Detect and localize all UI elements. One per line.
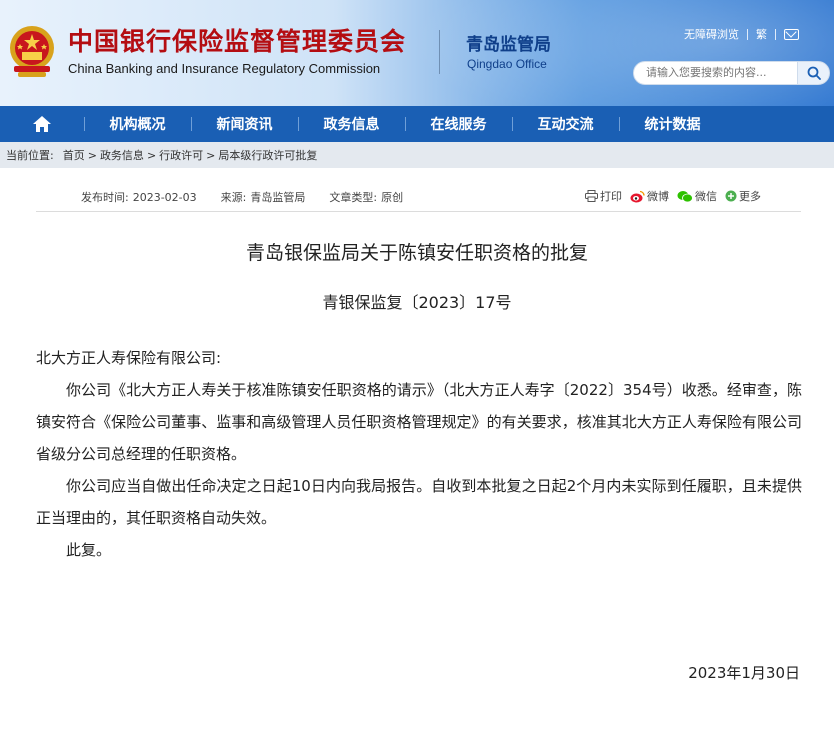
nav-item-interaction[interactable]: 互动交流 xyxy=(512,106,619,142)
main-nav: 机构概况 新闻资讯 政务信息 在线服务 互动交流 统计数据 xyxy=(0,106,834,142)
breadcrumb-prefix: 当前位置: xyxy=(6,149,54,162)
breadcrumb-item-home[interactable]: 首页 xyxy=(63,147,85,163)
publish-date-label: 发布时间: xyxy=(81,191,129,204)
article-type: 文章类型: 原创 xyxy=(329,189,403,205)
article-type-label: 文章类型: xyxy=(329,191,378,204)
nav-item-news[interactable]: 新闻资讯 xyxy=(191,106,298,142)
printer-icon xyxy=(585,190,598,202)
weibo-label: 微博 xyxy=(647,190,669,203)
salutation: 北大方正人寿保险有限公司: xyxy=(36,349,222,367)
search-button[interactable] xyxy=(797,61,830,85)
nav-item-statistics[interactable]: 统计数据 xyxy=(619,106,726,142)
office-name-cn: 青岛监管局 xyxy=(466,35,551,55)
share-wechat-button[interactable]: 微信 xyxy=(677,188,717,204)
breadcrumb-item-admin-license[interactable]: 行政许可 xyxy=(159,147,203,163)
nav-item-online-service[interactable]: 在线服务 xyxy=(405,106,512,142)
weibo-icon xyxy=(630,190,645,202)
breadcrumb-separator: > xyxy=(206,148,216,162)
search-icon xyxy=(807,66,821,80)
home-icon xyxy=(33,116,51,132)
top-link-separator xyxy=(747,28,748,40)
nav-item-government-info[interactable]: 政务信息 xyxy=(298,106,405,142)
source: 来源: 青岛监管局 xyxy=(221,189,306,205)
breadcrumb-separator: > xyxy=(87,148,97,162)
document-number: 青银保监复〔2023〕17号 xyxy=(322,293,512,312)
paragraph: 你公司《北大方正人寿关于核准陈镇安任职资格的请示》（北大方正人寿字〔2022〕3… xyxy=(36,381,802,463)
nav-item-about[interactable]: 机构概况 xyxy=(84,106,191,142)
site-header: 中国银行保险监督管理委员会 China Banking and Insuranc… xyxy=(0,0,834,106)
page-title: 青岛银保监局关于陈镇安任职资格的批复 xyxy=(245,242,588,264)
share-weibo-button[interactable]: 微博 xyxy=(630,188,669,204)
nav-home[interactable] xyxy=(0,106,84,142)
document-date: 2023年1月30日 xyxy=(688,664,800,682)
share-toolbar: 打印 微博 微信 更多 xyxy=(577,188,761,204)
office-name-en: Qingdao Office xyxy=(467,57,547,71)
share-more-button[interactable]: 更多 xyxy=(725,188,761,204)
article-meta: 发布时间: 2023-02-03 来源: 青岛监管局 文章类型: 原创 打印 微… xyxy=(36,182,801,212)
source-label: 来源: xyxy=(220,191,247,204)
print-button[interactable]: 打印 xyxy=(585,188,622,204)
plus-circle-icon xyxy=(725,190,737,202)
breadcrumb-item-approval[interactable]: 局本级行政许可批复 xyxy=(218,147,317,163)
article-body: 北大方正人寿保险有限公司: 你公司《北大方正人寿关于核准陈镇安任职资格的请示》（… xyxy=(36,342,802,566)
accessibility-link[interactable]: 无障碍浏览 xyxy=(684,26,739,42)
article: 发布时间: 2023-02-03 来源: 青岛监管局 文章类型: 原创 打印 微… xyxy=(0,168,834,736)
top-links: 无障碍浏览 繁 xyxy=(684,26,799,42)
print-label: 打印 xyxy=(600,190,622,203)
top-link-separator xyxy=(775,28,776,40)
article-type-value: 原创 xyxy=(381,191,404,204)
search-input[interactable] xyxy=(646,66,791,79)
breadcrumb-separator: > xyxy=(146,148,157,162)
publish-date: 发布时间: 2023-02-03 xyxy=(81,189,197,205)
publish-date-value: 2023-02-03 xyxy=(132,191,197,204)
wechat-icon xyxy=(677,190,693,202)
site-title-en: China Banking and Insurance Regulatory C… xyxy=(68,61,381,76)
site-title-cn: 中国银行保险监督管理委员会 xyxy=(68,27,407,56)
search-field[interactable] xyxy=(633,61,798,85)
traditional-chinese-link[interactable]: 繁 xyxy=(756,26,767,42)
wechat-label: 微信 xyxy=(695,190,717,203)
header-decoration xyxy=(354,0,834,106)
breadcrumb: 当前位置: 首页 > 政务信息 > 行政许可 > 局本级行政许可批复 xyxy=(0,142,834,168)
closing: 此复。 xyxy=(66,541,112,559)
mail-icon[interactable] xyxy=(784,28,799,40)
breadcrumb-item-government-info[interactable]: 政务信息 xyxy=(100,147,144,163)
header-divider xyxy=(439,30,440,74)
source-value: 青岛监管局 xyxy=(250,191,306,204)
national-emblem-icon xyxy=(10,26,54,77)
paragraph: 你公司应当自做出任命决定之日起10日内向我局报告。自收到本批复之日起2个月内未实… xyxy=(36,477,802,527)
more-label: 更多 xyxy=(739,190,761,203)
